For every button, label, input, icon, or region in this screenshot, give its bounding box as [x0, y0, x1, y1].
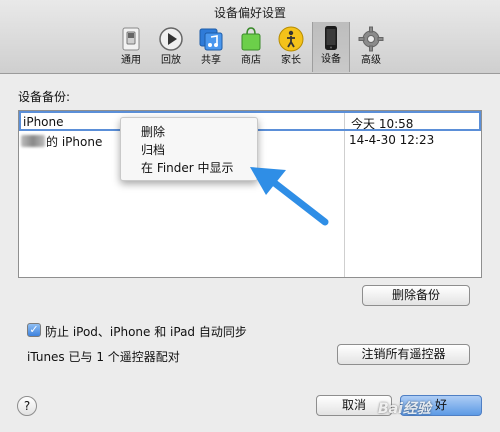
- toolbar-item-devices[interactable]: 设备: [312, 22, 350, 72]
- sharing-music-icon: [199, 28, 223, 51]
- backup-date: 14-4-30 12:23: [349, 133, 435, 147]
- backup-device-name: iPhone: [23, 115, 64, 129]
- remote-paired-text: iTunes 已与 1 个遥控器配对: [27, 350, 180, 364]
- advanced-gear-icon: [358, 26, 384, 52]
- toolbar-item-advanced[interactable]: 高级: [352, 23, 390, 71]
- toolbar-item-store[interactable]: 商店: [232, 23, 270, 71]
- general-switch-icon: [122, 27, 140, 51]
- backups-label: 设备备份:: [18, 90, 71, 104]
- backup-device-name-cell: 的 iPhone: [21, 133, 102, 150]
- delete-backup-button[interactable]: 删除备份: [362, 285, 470, 306]
- context-menu: 删除 归档 在 Finder 中显示: [120, 117, 258, 181]
- prevent-sync-checkbox[interactable]: ✓: [27, 323, 41, 337]
- redacted-name: [21, 135, 45, 147]
- toolbar: 通用 回放 共享 商店 家长 设备 高级: [112, 22, 390, 72]
- toolbar-item-general[interactable]: 通用: [112, 23, 150, 71]
- toolbar-item-playback[interactable]: 回放: [152, 23, 190, 71]
- help-button[interactable]: ?: [17, 396, 37, 416]
- toolbar-label-parental: 家长: [281, 55, 301, 66]
- toolbar-label-sharing: 共享: [201, 55, 221, 66]
- parental-icon: [278, 26, 304, 52]
- titlebar: 设备偏好设置 通用 回放 共享 商店 家长 设备 高级: [0, 0, 500, 74]
- toolbar-label-general: 通用: [121, 55, 141, 66]
- device-phone-icon: [325, 26, 337, 50]
- window-title: 设备偏好设置: [213, 6, 286, 20]
- playback-icon: [159, 27, 183, 51]
- watermark: Bai经验: [378, 401, 431, 417]
- toolbar-label-playback: 回放: [161, 55, 181, 66]
- backup-device-name: 的 iPhone: [46, 135, 103, 149]
- context-menu-item-archive[interactable]: 归档: [121, 141, 257, 159]
- store-bag-icon: [241, 27, 261, 51]
- prevent-sync-label: 防止 iPod、iPhone 和 iPad 自动同步: [45, 325, 247, 339]
- deauthorize-remotes-button[interactable]: 注销所有遥控器: [337, 344, 470, 365]
- toolbar-item-sharing[interactable]: 共享: [192, 23, 230, 71]
- toolbar-label-devices: 设备: [321, 54, 341, 65]
- toolbar-item-parental[interactable]: 家长: [272, 23, 310, 71]
- preferences-window: 设备偏好设置 通用 回放 共享 商店 家长 设备 高级 设备备份: iPhone…: [0, 0, 500, 432]
- backup-date: 今天 10:58: [351, 117, 414, 131]
- toolbar-label-advanced: 高级: [361, 55, 381, 66]
- context-menu-item-delete[interactable]: 删除: [121, 123, 257, 141]
- context-menu-item-show-in-finder[interactable]: 在 Finder 中显示: [121, 159, 257, 177]
- toolbar-label-store: 商店: [241, 55, 261, 66]
